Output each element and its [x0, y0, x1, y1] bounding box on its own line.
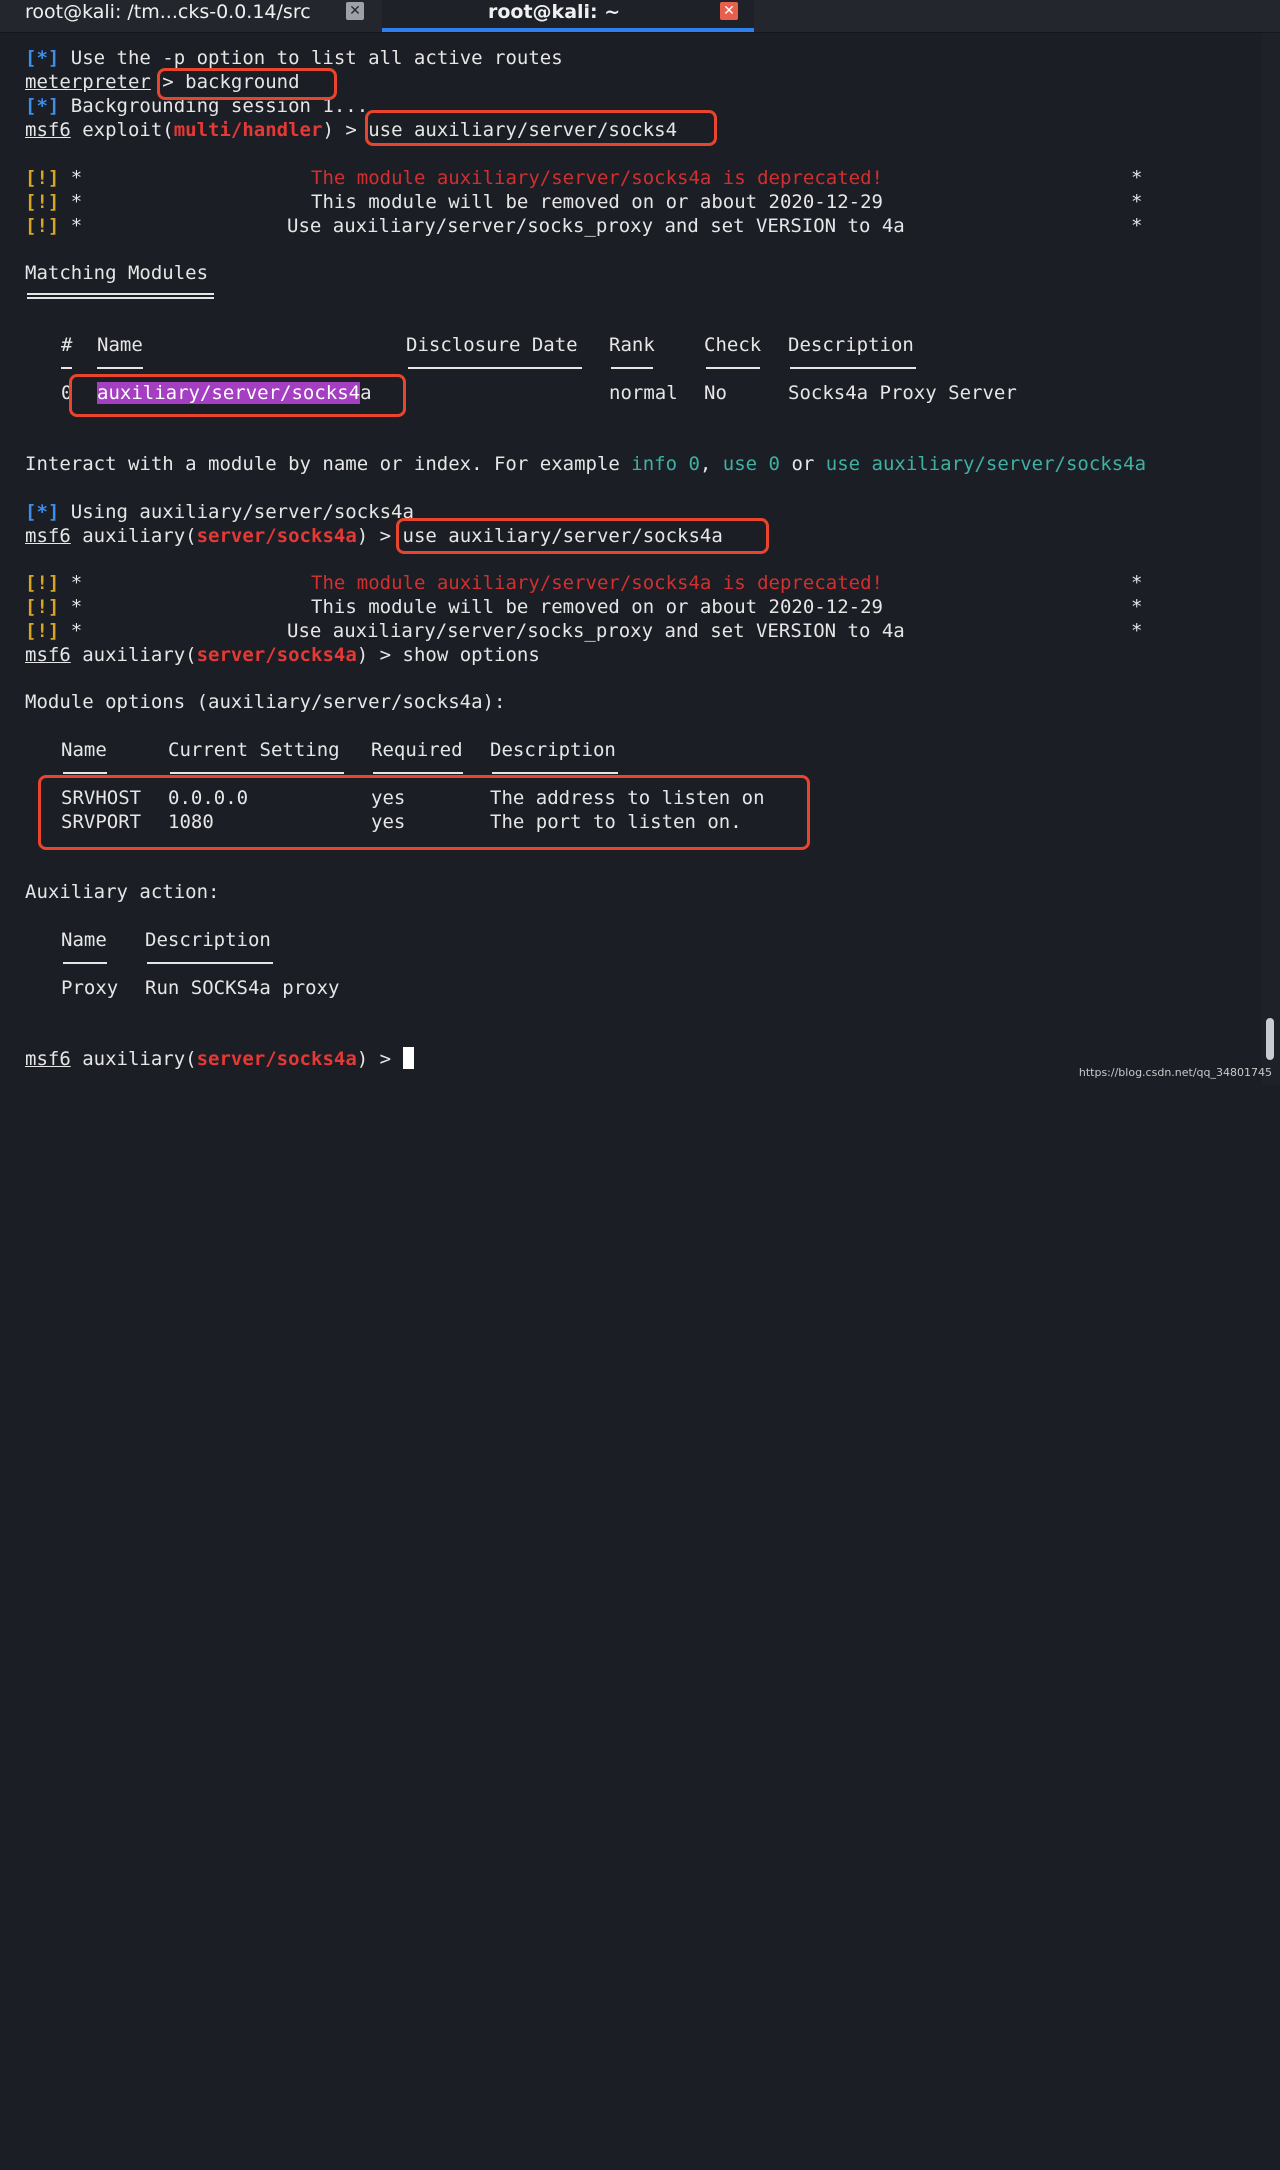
- warning-line: [!] *: [25, 596, 83, 618]
- close-icon[interactable]: ✕: [720, 2, 738, 20]
- col-header-date: Disclosure Date: [406, 334, 578, 356]
- warning-text: Use auxiliary/server/socks_proxy and set…: [287, 620, 905, 642]
- header-rule: [147, 962, 273, 964]
- warning-text: Use auxiliary/server/socks_proxy and set…: [287, 215, 905, 237]
- warning-star: *: [1131, 572, 1143, 594]
- terminal-output[interactable]: [*] Use the -p option to list all active…: [0, 33, 1262, 1085]
- annotation-box: [396, 518, 769, 554]
- header-rule: [63, 962, 107, 964]
- watermark: https://blog.csdn.net/qq_34801745: [1078, 1066, 1272, 1079]
- col-header-description: Description: [788, 334, 914, 356]
- header-rule: [790, 367, 916, 369]
- warning-line: [!] *: [25, 167, 83, 189]
- action-name: Proxy: [61, 977, 119, 999]
- warning-star: *: [1131, 167, 1143, 189]
- warning-star: *: [1131, 215, 1143, 237]
- annotation-box: [365, 110, 717, 146]
- scrollbar-thumb[interactable]: [1266, 1018, 1274, 1060]
- col-header-description: Description: [490, 739, 616, 761]
- close-icon[interactable]: ✕: [346, 2, 364, 20]
- col-header-name: Name: [61, 739, 107, 761]
- active-tab-indicator: [382, 28, 754, 32]
- tab-bar: root@kali: /tm...cks-0.0.14/src ✕ root@k…: [0, 0, 1280, 33]
- text-cursor: [402, 1047, 414, 1069]
- terminal-line: [*] Use the -p option to list all active…: [25, 47, 563, 69]
- warning-text: This module will be removed on or about …: [311, 596, 883, 618]
- warning-line: [!] *: [25, 191, 83, 213]
- section-heading: Module options (auxiliary/server/socks4a…: [25, 691, 506, 713]
- col-header-setting: Current Setting: [168, 739, 340, 761]
- tab-terminal-home[interactable]: root@kali: ~ ✕: [382, 0, 754, 32]
- col-header-name: Name: [61, 929, 107, 951]
- col-header-rank: Rank: [609, 334, 655, 356]
- terminal-line: [*] Using auxiliary/server/socks4a: [25, 501, 414, 523]
- header-rule: [492, 772, 618, 774]
- annotation-box: [38, 775, 810, 850]
- tab-title: root@kali: /tm...cks-0.0.14/src: [25, 1, 311, 23]
- header-rule: [61, 367, 72, 369]
- header-rule: [408, 367, 582, 369]
- heading-underline: [27, 293, 214, 299]
- header-rule: [611, 367, 653, 369]
- col-header-index: #: [61, 334, 73, 356]
- warning-text: This module will be removed on or about …: [311, 191, 883, 213]
- tab-terminal-src[interactable]: root@kali: /tm...cks-0.0.14/src ✕: [0, 0, 380, 32]
- row-description: Socks4a Proxy Server: [788, 382, 1017, 404]
- warning-text: The module auxiliary/server/socks4a is d…: [311, 167, 883, 189]
- row-rank: normal: [609, 382, 678, 404]
- warning-text: The module auxiliary/server/socks4a is d…: [311, 572, 883, 594]
- warning-line: [!] *: [25, 620, 83, 642]
- col-header-required: Required: [371, 739, 463, 761]
- col-header-check: Check: [704, 334, 762, 356]
- tab-title: root@kali: ~: [488, 1, 621, 23]
- header-rule: [63, 772, 107, 774]
- terminal-line: msf6 auxiliary(server/socks4a) > show op…: [25, 644, 540, 666]
- header-rule: [170, 772, 344, 774]
- header-rule: [706, 367, 760, 369]
- warning-star: *: [1131, 191, 1143, 213]
- header-rule: [373, 772, 463, 774]
- warning-star: *: [1131, 620, 1143, 642]
- warning-line: [!] *: [25, 215, 83, 237]
- warning-star: *: [1131, 596, 1143, 618]
- annotation-box: [69, 374, 406, 417]
- section-heading: Auxiliary action:: [25, 881, 220, 903]
- action-description: Run SOCKS4a proxy: [145, 977, 340, 999]
- col-header-description: Description: [145, 929, 271, 951]
- col-header-name: Name: [97, 334, 143, 356]
- warning-line: [!] *: [25, 572, 83, 594]
- row-check: No: [704, 382, 727, 404]
- command-prompt[interactable]: msf6 auxiliary(server/socks4a) >: [25, 1047, 414, 1071]
- section-heading: Matching Modules: [25, 262, 209, 284]
- annotation-box: [157, 68, 337, 100]
- header-rule: [97, 367, 143, 369]
- terminal-line: Interact with a module by name or index.…: [25, 453, 1147, 475]
- scrollbar[interactable]: [1262, 33, 1280, 1085]
